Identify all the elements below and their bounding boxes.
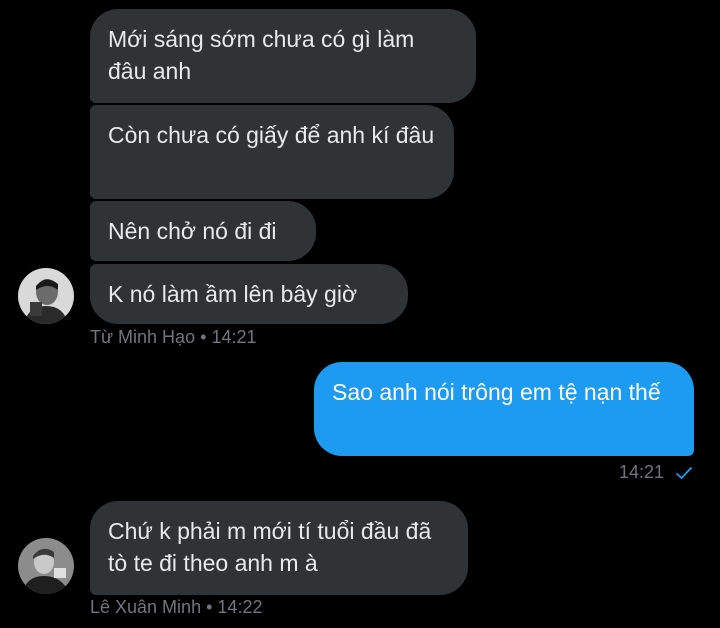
meta-separator: •: [206, 597, 213, 617]
message-text: Chứ k phải m mới tí tuổi đầu đã tò te đi…: [108, 518, 432, 576]
message-bubble-incoming[interactable]: Mới sáng sớm chưa có gì làm đâu anh: [90, 9, 476, 103]
message-meta: Từ Minh Hạo • 14:21: [90, 327, 256, 348]
meta-separator: •: [200, 327, 207, 347]
message-bubble-incoming[interactable]: K nó làm ầm lên bây giờ: [90, 264, 408, 324]
outgoing-meta: 14:21: [619, 462, 693, 483]
message-bubble-incoming[interactable]: Còn chưa có giấy để anh kí đâu: [90, 105, 454, 199]
message-bubble-incoming[interactable]: Nên chở nó đi đi: [90, 201, 316, 261]
message-time: 14:22: [217, 597, 263, 617]
message-text: Sao anh nói trông em tệ nạn thế: [332, 379, 661, 405]
message-time: 14:21: [618, 462, 664, 482]
message-text: Nên chở nó đi đi: [108, 218, 277, 244]
message-time: 14:21: [211, 327, 257, 347]
message-text: Còn chưa có giấy để anh kí đâu: [108, 122, 435, 148]
sent-check-icon: [676, 467, 692, 480]
message-text: K nó làm ầm lên bây giờ: [108, 281, 358, 307]
avatar-photo-icon: [18, 538, 74, 594]
message-bubble-outgoing[interactable]: Sao anh nói trông em tệ nạn thế: [314, 362, 694, 456]
sender-avatar[interactable]: [18, 538, 74, 594]
sender-name[interactable]: Từ Minh Hạo: [90, 327, 195, 347]
sender-name[interactable]: Lê Xuân Minh: [90, 597, 201, 617]
message-meta: Lê Xuân Minh • 14:22: [90, 597, 262, 618]
message-bubble-incoming[interactable]: Chứ k phải m mới tí tuổi đầu đã tò te đi…: [90, 501, 468, 595]
sender-avatar[interactable]: [18, 268, 74, 324]
message-text: Mới sáng sớm chưa có gì làm đâu anh: [108, 26, 415, 84]
avatar-photo-icon: [18, 268, 74, 324]
